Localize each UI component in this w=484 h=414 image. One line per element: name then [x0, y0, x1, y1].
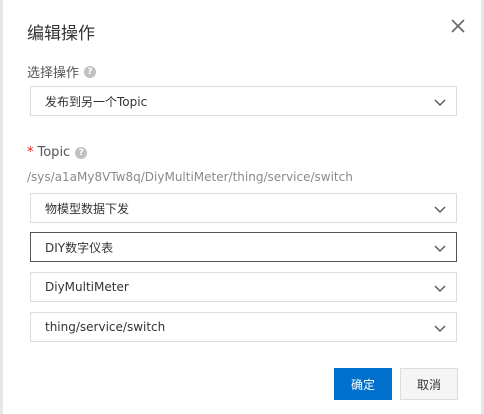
topic-select-value: DiyMultiMeter — [45, 280, 129, 294]
help-icon[interactable]: ? — [75, 146, 88, 159]
chevron-down-icon — [434, 245, 446, 252]
topic-path: /sys/a1aMy8VTw8q/DiyMultiMeter/thing/ser… — [27, 170, 353, 184]
operation-select-value: 发布到另一个Topic — [45, 94, 148, 109]
chevron-down-icon — [434, 99, 446, 106]
chevron-down-icon — [434, 206, 446, 213]
close-button[interactable] — [446, 14, 470, 38]
chevron-down-icon — [434, 325, 446, 332]
help-icon[interactable]: ? — [84, 65, 97, 78]
dialog-title: 编辑操作 — [27, 24, 95, 44]
operation-label-text: 选择操作 — [27, 66, 80, 81]
chevron-down-icon — [434, 285, 446, 292]
topic-select-category[interactable]: 物模型数据下发 — [30, 193, 457, 223]
operation-label: 选择操作 ? — [27, 62, 97, 81]
required-mark: * — [27, 145, 34, 160]
topic-select-device[interactable]: DiyMultiMeter — [30, 272, 457, 302]
topic-select-value: thing/service/switch — [45, 320, 166, 334]
confirm-button[interactable]: 确定 — [334, 368, 392, 400]
topic-select-service[interactable]: thing/service/switch — [30, 312, 457, 342]
topic-select-value: 物模型数据下发 — [45, 201, 130, 216]
topic-select-value: DIY数字仪表 — [45, 240, 114, 255]
edit-operation-dialog: 编辑操作 选择操作 ? 发布到另一个Topic * Topic ? /sys/a… — [0, 0, 484, 414]
cancel-button[interactable]: 取消 — [400, 368, 458, 400]
topic-select-product[interactable]: DIY数字仪表 — [30, 232, 457, 262]
close-icon — [451, 19, 465, 33]
topic-label: * Topic ? — [27, 145, 88, 160]
backdrop-edge-left — [0, 0, 3, 414]
topic-label-text: Topic — [37, 145, 71, 160]
operation-select[interactable]: 发布到另一个Topic — [30, 86, 457, 116]
